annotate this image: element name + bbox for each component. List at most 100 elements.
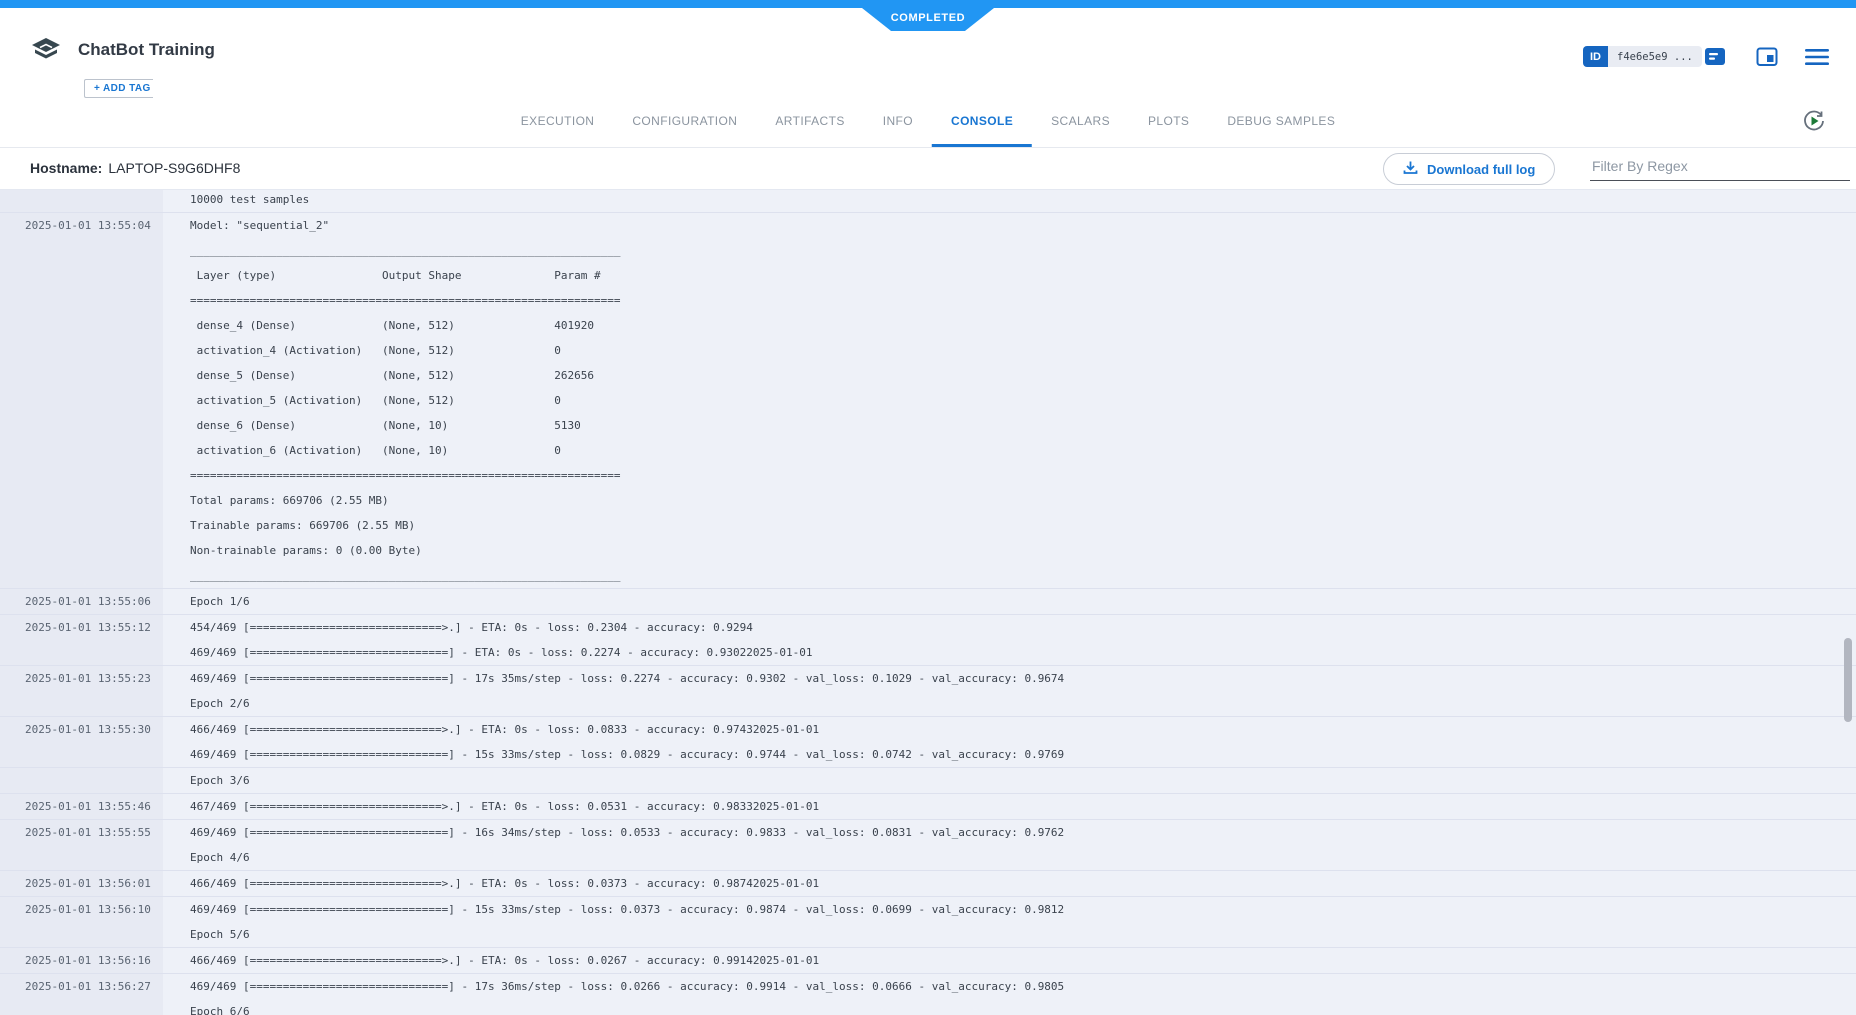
filter-regex-input[interactable] <box>1590 154 1850 181</box>
log-timestamp: 2025-01-01 13:56:27 <box>0 974 163 1015</box>
log-lines: 469/469 [==============================]… <box>163 666 1856 716</box>
tab-scalars[interactable]: SCALARS <box>1032 97 1129 147</box>
log-block: 2025-01-01 13:55:23 469/469 [============… <box>0 666 1856 717</box>
log-line: activation_4 (Activation) (None, 512) 0 <box>190 338 1856 363</box>
log-block-container: 10000 test samples2025-01-01 13:55:04Mod… <box>0 190 1856 1015</box>
log-timestamp <box>0 190 163 212</box>
page-title: ChatBot Training <box>78 40 215 60</box>
log-line: Epoch 2/6 <box>190 691 1856 716</box>
log-lines: 10000 test samples <box>163 190 1856 212</box>
tab-artifacts[interactable]: ARTIFACTS <box>756 97 863 147</box>
log-block: 2025-01-01 13:56:27 469/469 [============… <box>0 974 1856 1015</box>
console-log: 10000 test samples2025-01-01 13:55:04Mod… <box>0 190 1856 1015</box>
experiment-detail-page: COMPLETED ChatBot Training + ADD TAG ID … <box>0 0 1856 1015</box>
log-timestamp: 2025-01-01 13:56:01 <box>0 871 163 896</box>
experiment-type-icon <box>30 36 62 71</box>
log-timestamp: 2025-01-01 13:55:46 <box>0 794 163 819</box>
log-timestamp: 2025-01-01 13:55:55 <box>0 820 163 870</box>
log-block: 2025-01-01 13:55:06 Epoch 1/6 <box>0 589 1856 615</box>
log-line: Model: "sequential_2" <box>190 213 1856 238</box>
tab-configuration[interactable]: CONFIGURATION <box>613 97 756 147</box>
log-lines: 466/469 [=============================>.… <box>163 871 1856 896</box>
download-full-log-button[interactable]: Download full log <box>1383 153 1555 185</box>
log-line: 467/469 [=============================>.… <box>190 794 1856 819</box>
download-label: Download full log <box>1427 162 1535 177</box>
log-line: Total params: 669706 (2.55 MB) <box>190 488 1856 513</box>
tab-console[interactable]: CONSOLE <box>932 97 1032 147</box>
log-line: 466/469 [=============================>.… <box>190 717 1856 742</box>
log-line: Epoch 5/6 <box>190 922 1856 947</box>
log-line: 466/469 [=============================>.… <box>190 948 1856 973</box>
log-timestamp: 2025-01-01 13:55:23 <box>0 666 163 716</box>
log-block: 2025-01-01 13:56:16 466/469 [============… <box>0 948 1856 974</box>
log-line: Epoch 4/6 <box>190 845 1856 870</box>
log-timestamp: 2025-01-01 13:55:12 <box>0 615 163 665</box>
log-line: ________________________________________… <box>190 563 1856 588</box>
side-panel-icon[interactable] <box>1755 46 1779 68</box>
hamburger-menu-icon[interactable] <box>1805 46 1829 68</box>
hostname: Hostname: LAPTOP-S9G6DHF8 <box>30 160 240 176</box>
log-lines: 469/469 [==============================]… <box>163 974 1856 1015</box>
log-lines: 469/469 [==============================]… <box>163 820 1856 870</box>
log-line: Non-trainable params: 0 (0.00 Byte) <box>190 538 1856 563</box>
hostname-value: LAPTOP-S9G6DHF8 <box>108 160 240 176</box>
log-timestamp: 2025-01-01 13:56:16 <box>0 948 163 973</box>
log-line: Layer (type) Output Shape Param # <box>190 263 1856 288</box>
log-lines: 454/469 [=============================>.… <box>163 615 1856 665</box>
log-timestamp: 2025-01-01 13:56:10 <box>0 897 163 947</box>
log-lines: Epoch 3/6 <box>163 768 1856 793</box>
id-label: ID <box>1583 46 1608 67</box>
log-line: ========================================… <box>190 463 1856 488</box>
log-block: 2025-01-01 13:56:10 469/469 [============… <box>0 897 1856 948</box>
log-lines: Epoch 1/6 <box>163 589 1856 614</box>
log-timestamp: 2025-01-01 13:55:04 <box>0 213 163 588</box>
log-line: Epoch 6/6 <box>190 999 1856 1015</box>
vertical-scrollbar-thumb[interactable] <box>1844 638 1852 722</box>
log-lines: Model: "sequential_2"___________________… <box>163 213 1856 588</box>
tab-execution[interactable]: EXECUTION <box>502 97 614 147</box>
add-tag-button[interactable]: + ADD TAG <box>84 79 153 98</box>
experiment-id-chip[interactable]: ID f4e6e5e9 ... <box>1583 46 1702 67</box>
tab-bar: EXECUTIONCONFIGURATIONARTIFACTSINFOCONSO… <box>502 97 1354 147</box>
log-line: activation_6 (Activation) (None, 10) 0 <box>190 438 1856 463</box>
log-line: 466/469 [=============================>.… <box>190 871 1856 896</box>
log-timestamp: 2025-01-01 13:55:06 <box>0 589 163 614</box>
add-tag-label: + ADD TAG <box>94 83 151 94</box>
log-block: 2025-01-01 13:55:30 466/469 [============… <box>0 717 1856 768</box>
comments-icon[interactable] <box>1703 46 1727 68</box>
log-line: 469/469 [==============================]… <box>190 897 1856 922</box>
log-line: dense_6 (Dense) (None, 10) 5130 <box>190 413 1856 438</box>
log-block: 2025-01-01 13:55:12 454/469 [============… <box>0 615 1856 666</box>
log-line: 469/469 [==============================]… <box>190 666 1856 691</box>
tab-debug-samples[interactable]: DEBUG SAMPLES <box>1208 97 1354 147</box>
log-block: 10000 test samples <box>0 190 1856 213</box>
auto-refresh-icon[interactable] <box>1800 107 1828 135</box>
log-line: dense_4 (Dense) (None, 512) 401920 <box>190 313 1856 338</box>
console-toolbar: Hostname: LAPTOP-S9G6DHF8 Download full l… <box>0 148 1856 190</box>
log-lines: 467/469 [=============================>.… <box>163 794 1856 819</box>
log-line: 469/469 [==============================]… <box>190 820 1856 845</box>
log-block: Epoch 3/6 <box>0 768 1856 794</box>
log-timestamp: 2025-01-01 13:55:30 <box>0 717 163 767</box>
hostname-label: Hostname: <box>30 160 102 176</box>
log-line: 469/469 [==============================]… <box>190 640 1856 665</box>
log-line: activation_5 (Activation) (None, 512) 0 <box>190 388 1856 413</box>
log-line: Epoch 1/6 <box>190 589 1856 614</box>
id-value: f4e6e5e9 ... <box>1608 46 1702 67</box>
log-line: 454/469 [=============================>.… <box>190 615 1856 640</box>
log-block: 2025-01-01 13:55:04Model: "sequential_2"… <box>0 213 1856 589</box>
log-line: Epoch 3/6 <box>190 768 1856 793</box>
tab-plots[interactable]: PLOTS <box>1129 97 1208 147</box>
log-lines: 466/469 [=============================>.… <box>163 948 1856 973</box>
log-block: 2025-01-01 13:55:46 467/469 [============… <box>0 794 1856 820</box>
log-lines: 466/469 [=============================>.… <box>163 717 1856 767</box>
status-color-bar <box>0 0 1856 8</box>
log-block: 2025-01-01 13:55:55 469/469 [============… <box>0 820 1856 871</box>
log-timestamp <box>0 768 163 793</box>
log-line: 469/469 [==============================]… <box>190 974 1856 999</box>
log-line: ________________________________________… <box>190 238 1856 263</box>
log-block: 2025-01-01 13:56:01 466/469 [============… <box>0 871 1856 897</box>
log-line: ========================================… <box>190 288 1856 313</box>
tab-info[interactable]: INFO <box>864 97 932 147</box>
log-line: 469/469 [==============================]… <box>190 742 1856 767</box>
